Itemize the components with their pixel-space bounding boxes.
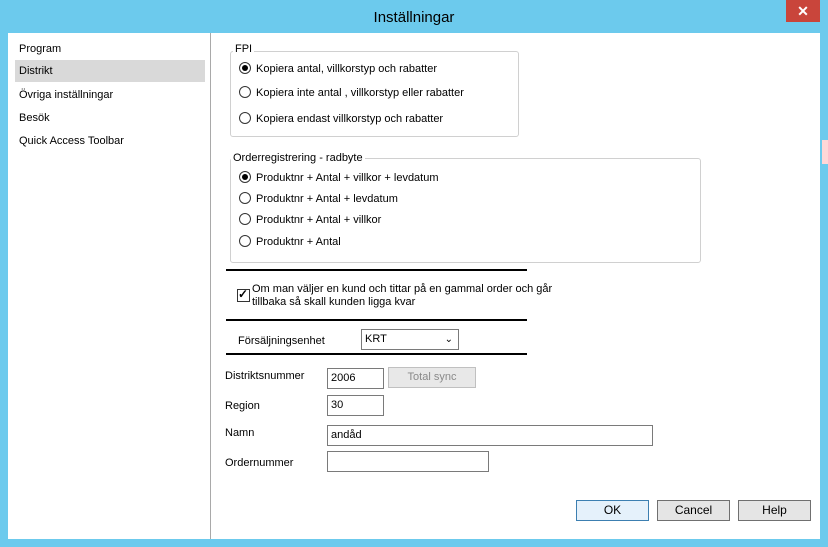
settings-sidebar: Program Distrikt Övriga inställningar Be… bbox=[8, 33, 211, 539]
help-button[interactable]: Help bbox=[738, 500, 811, 521]
sidebar-item-distrikt[interactable]: Distrikt bbox=[15, 60, 205, 82]
order-registration-title: Orderregistrering - radbyte bbox=[231, 152, 365, 164]
district-number-label: Distriktsnummer bbox=[225, 370, 305, 382]
ok-button[interactable]: OK bbox=[576, 500, 649, 521]
order-option-all[interactable]: Produktnr + Antal + villkor + levdatum bbox=[239, 169, 439, 187]
name-input[interactable]: andåd bbox=[327, 425, 653, 446]
order-option-label: Produktnr + Antal + levdatum bbox=[256, 193, 398, 205]
order-option-label: Produktnr + Antal + villkor bbox=[256, 214, 382, 226]
radio-icon[interactable] bbox=[239, 192, 251, 205]
radio-icon[interactable] bbox=[239, 235, 251, 248]
close-button[interactable]: ✕ bbox=[786, 0, 820, 22]
separator-bottom bbox=[226, 353, 527, 355]
fpi-option-label: Kopiera antal, villkorstyp och rabatter bbox=[256, 63, 437, 75]
keep-customer-label: Om man väljer en kund och tittar på en g… bbox=[252, 283, 552, 309]
order-option-label: Produktnr + Antal bbox=[256, 236, 341, 248]
separator-top bbox=[226, 269, 527, 271]
fpi-option-copy-terms[interactable]: Kopiera endast villkorstyp och rabatter bbox=[239, 110, 443, 128]
order-option-levdatum[interactable]: Produktnr + Antal + levdatum bbox=[239, 190, 398, 208]
district-number-input[interactable]: 2006 bbox=[327, 368, 384, 389]
dialog-body: Program Distrikt Övriga inställningar Be… bbox=[8, 33, 820, 539]
total-sync-button[interactable]: Total sync bbox=[388, 367, 476, 388]
keep-customer-line1: Om man väljer en kund och tittar på en g… bbox=[252, 283, 553, 295]
sidebar-item-program[interactable]: Program bbox=[15, 38, 205, 60]
close-icon: ✕ bbox=[797, 3, 809, 19]
separator-middle bbox=[226, 319, 527, 321]
fpi-option-label: Kopiera endast villkorstyp och rabatter bbox=[256, 113, 444, 125]
sidebar-item-besok[interactable]: Besök bbox=[15, 107, 205, 129]
sales-unit-label: Försäljningsenhet bbox=[238, 335, 325, 347]
order-number-label: Ordernummer bbox=[225, 457, 294, 469]
chevron-down-icon: ⌄ bbox=[444, 334, 453, 345]
region-input[interactable]: 30 bbox=[327, 395, 384, 416]
settings-panel: FPI Kopiera antal, villkorstyp och rabat… bbox=[211, 33, 820, 539]
fpi-option-label: Kopiera inte antal , villkorstyp eller r… bbox=[256, 87, 464, 99]
fpi-option-copy-all[interactable]: Kopiera antal, villkorstyp och rabatter bbox=[239, 60, 437, 78]
radio-selected-icon[interactable] bbox=[239, 62, 251, 75]
fpi-group-title: FPI bbox=[233, 43, 255, 55]
radio-icon[interactable] bbox=[239, 112, 251, 125]
radio-selected-icon[interactable] bbox=[239, 171, 251, 184]
sales-unit-select[interactable]: KRT ⌄ bbox=[361, 329, 459, 350]
window-title: Inställningar bbox=[373, 9, 455, 26]
radio-icon[interactable] bbox=[239, 213, 251, 226]
keep-customer-checkbox[interactable] bbox=[237, 287, 250, 302]
order-option-villkor[interactable]: Produktnr + Antal + villkor bbox=[239, 211, 381, 229]
sales-unit-value: KRT bbox=[365, 333, 387, 345]
background-window-edge bbox=[822, 140, 828, 164]
radio-icon[interactable] bbox=[239, 86, 251, 99]
cancel-button[interactable]: Cancel bbox=[657, 500, 730, 521]
title-bar: Inställningar ✕ bbox=[0, 0, 828, 33]
order-number-input[interactable] bbox=[327, 451, 489, 472]
order-option-antal[interactable]: Produktnr + Antal bbox=[239, 233, 341, 251]
sidebar-item-quick-access-toolbar[interactable]: Quick Access Toolbar bbox=[15, 130, 205, 152]
keep-customer-line2: tillbaka så skall kunden ligga kvar bbox=[252, 296, 416, 308]
sidebar-item-ovriga-installningar[interactable]: Övriga inställningar bbox=[15, 84, 205, 106]
name-label: Namn bbox=[225, 427, 255, 439]
region-label: Region bbox=[225, 400, 260, 412]
fpi-option-copy-none[interactable]: Kopiera inte antal , villkorstyp eller r… bbox=[239, 84, 464, 102]
order-option-label: Produktnr + Antal + villkor + levdatum bbox=[256, 172, 439, 184]
